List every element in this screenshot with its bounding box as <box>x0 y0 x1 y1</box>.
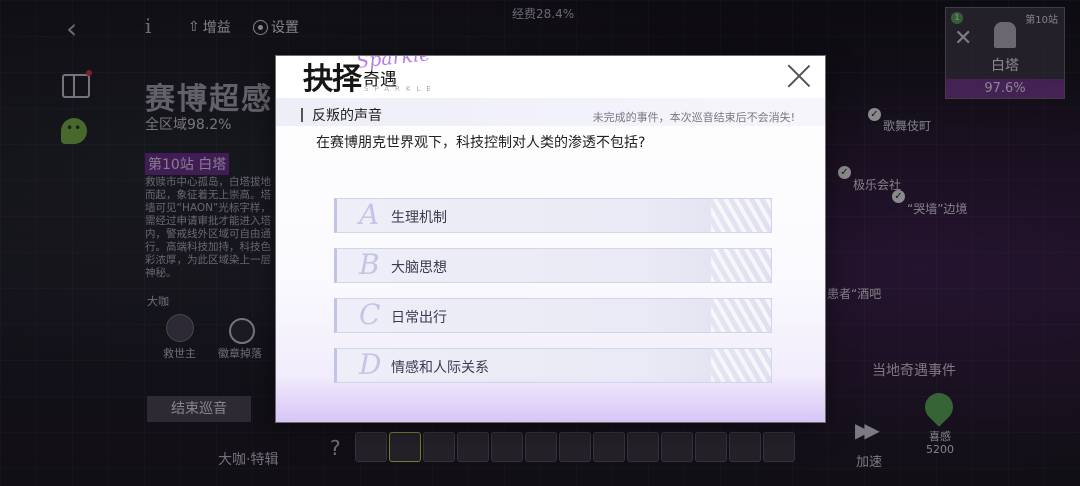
option-b-button[interactable]: B 大脑思想 <box>334 248 772 283</box>
sparkle-caps-logo: SPARKLE <box>364 85 437 93</box>
option-c-button[interactable]: C 日常出行 <box>334 298 772 333</box>
dialog-glow <box>276 376 825 422</box>
option-letter: A <box>359 198 380 231</box>
option-text: 日常出行 <box>391 310 447 326</box>
close-icon[interactable] <box>786 63 812 89</box>
option-text: 生理机制 <box>391 210 447 226</box>
option-letter: C <box>359 298 381 331</box>
dialog-title: 抉择 <box>303 62 362 97</box>
choice-dialog: Sparkle 抉择 奇遇 SPARKLE 反叛的声音 未完成的事件，本次巡音结… <box>276 56 825 422</box>
event-marker <box>301 108 303 122</box>
option-a-button[interactable]: A 生理机制 <box>334 198 772 233</box>
option-text: 大脑思想 <box>391 260 447 276</box>
event-note: 未完成的事件，本次巡音结束后不会消失! <box>592 111 795 124</box>
option-letter: B <box>359 248 380 281</box>
question-text: 在赛博朋克世界观下，科技控制对人类的渗透不包括? <box>316 135 646 151</box>
event-title: 反叛的声音 <box>312 108 382 124</box>
option-text: 情感和人际关系 <box>391 360 489 376</box>
